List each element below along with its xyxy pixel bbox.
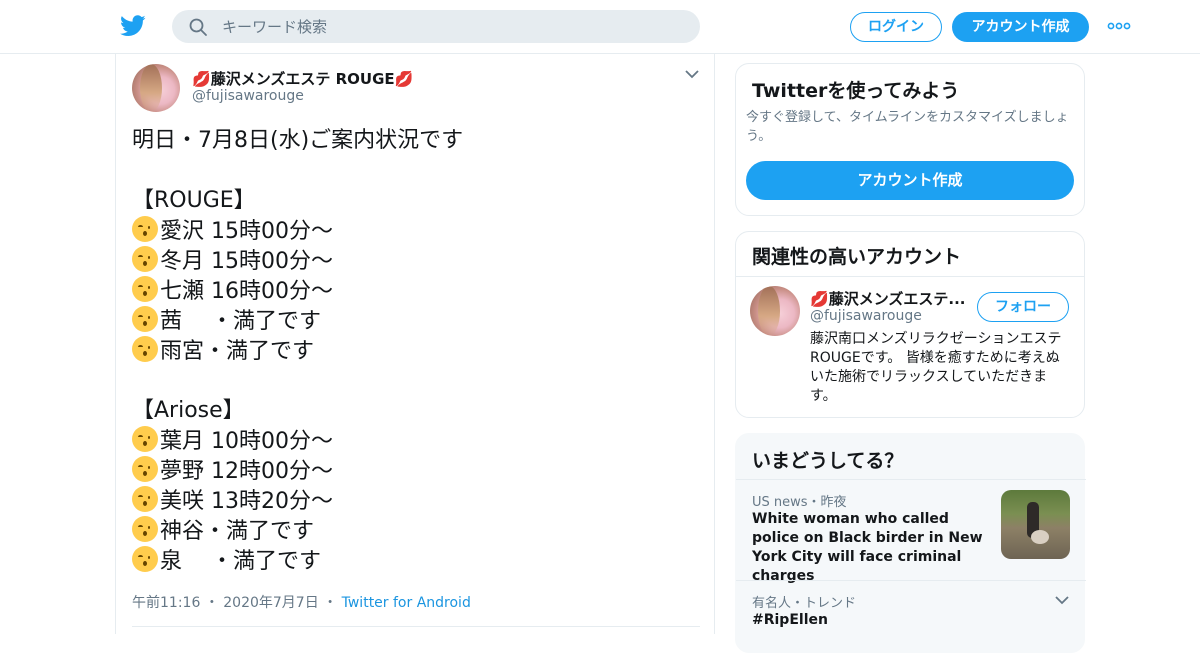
kissing-face-icon (132, 546, 158, 572)
related-account-name-text: 藤沢メンズエステ... (828, 290, 966, 308)
chevron-down-icon[interactable] (684, 68, 700, 80)
lips-icon: 💋 (810, 290, 829, 308)
tweet-line-text: 【Ariose】 (132, 398, 245, 423)
tweet-line-text: 明日・7月8日(水)ご案内状況です (132, 128, 464, 153)
related-accounts-card: 関連性の高いアカウント 💋藤沢メンズエステ... @fujisawarouge … (735, 231, 1085, 418)
tweet-line (132, 156, 692, 186)
lips-icon: 💋 (394, 70, 414, 88)
kissing-face-icon (132, 486, 158, 512)
tweet-line: 【Ariose】 (132, 396, 692, 426)
tweet-line: 明日・7月8日(水)ご案内状況です (132, 126, 692, 156)
tweet-line: 茜 ・満了です (132, 306, 692, 336)
kissing-face-icon (132, 306, 158, 332)
tweet-time[interactable]: 午前11:16 (132, 595, 200, 611)
tweet-line-text: 冬月 15時00分～ (160, 249, 333, 274)
tweet-line-text: 神谷・満了です (160, 519, 315, 544)
related-account-avatar[interactable] (750, 286, 800, 336)
related-card-title: 関連性の高いアカウント (752, 246, 962, 268)
tweet-line: 愛沢 15時00分～ (132, 216, 692, 246)
author-name-text: 藤沢メンズエステ ROUGE (210, 70, 395, 88)
tweet-line: 七瀬 16時00分～ (132, 276, 692, 306)
tweet-date[interactable]: 2020年7月7日 (223, 595, 318, 611)
meta-separator: ・ (323, 595, 338, 611)
tweet-line-text: 葉月 10時00分～ (160, 429, 333, 454)
follow-button[interactable]: フォロー (977, 292, 1069, 322)
kissing-face-icon (132, 426, 158, 452)
kissing-face-icon (132, 456, 158, 482)
related-account-handle[interactable]: @fujisawarouge (810, 308, 922, 324)
news-headline[interactable]: White woman who called police on Black b… (752, 510, 988, 586)
tweet-line-text: 【ROUGE】 (132, 188, 256, 213)
signup-card-button[interactable]: アカウント作成 (746, 161, 1074, 200)
tweet-line: 【ROUGE】 (132, 186, 692, 216)
tweet-line-text: 七瀬 16時00分～ (160, 279, 333, 304)
tweet-line: 夢野 12時00分～ (132, 456, 692, 486)
kissing-face-icon (132, 246, 158, 272)
author-handle[interactable]: @fujisawarouge (192, 88, 304, 104)
whats-happening-card: いまどうしてる？ US news・昨夜 White woman who call… (735, 433, 1086, 653)
kissing-face-icon (132, 276, 158, 302)
author-avatar[interactable] (132, 64, 180, 112)
divider (736, 580, 1086, 581)
lips-icon: 💋 (192, 70, 211, 88)
tweet-line: 泉 ・満了です (132, 546, 692, 576)
divider (736, 276, 1084, 277)
tweet-line-text: 美咲 13時20分～ (160, 489, 333, 514)
tweet-line-text: 雨宮・満了です (160, 339, 315, 364)
signup-card-title: Twitterを使ってみよう (752, 80, 960, 102)
tweet-line: 冬月 15時00分～ (132, 246, 692, 276)
more-options-icon[interactable] (1106, 18, 1132, 34)
search-box (172, 10, 700, 43)
signup-card: Twitterを使ってみよう 今すぐ登録して、タイムラインをカスタマイズしましょ… (735, 63, 1085, 216)
tweet-line-text: 夢野 12時00分～ (160, 459, 333, 484)
divider (736, 479, 1086, 480)
search-icon (189, 18, 207, 36)
signup-card-description: 今すぐ登録して、タイムラインをカスタマイズしましょう。 (746, 110, 1069, 144)
tweet-card: 💋藤沢メンズエステ ROUGE💋 @fujisawarouge 明日・7月8日(… (115, 54, 715, 634)
tweet-text: 明日・7月8日(水)ご案内状況です 【ROUGE】愛沢 15時00分～ 冬月 15時… (132, 126, 692, 576)
tweet-line: 神谷・満了です (132, 516, 692, 546)
tweet-line: 雨宮・満了です (132, 336, 692, 366)
kissing-face-icon (132, 516, 158, 542)
top-nav-bar: ログイン アカウント作成 (0, 0, 1200, 54)
tweet-line (132, 366, 692, 396)
twitter-bird-icon[interactable] (120, 14, 146, 38)
chevron-down-icon[interactable] (1054, 594, 1070, 606)
trend-name[interactable]: #RipEllen (752, 612, 828, 628)
kissing-face-icon (132, 216, 158, 242)
tweet-line-text: 愛沢 15時00分～ (160, 219, 333, 244)
trends-card-title: いまどうしてる？ (752, 450, 904, 472)
tweet-line-text: 泉 ・満了です (160, 549, 321, 574)
kissing-face-icon (132, 336, 158, 362)
related-account-bio: 藤沢南口メンズリラクゼーションエステROUGEです。 皆様を癒すために考えぬいた… (810, 331, 1062, 404)
meta-separator: ・ (204, 595, 219, 611)
tweet-line: 美咲 13時20分～ (132, 486, 692, 516)
tweet-source-link[interactable]: Twitter for Android (342, 595, 471, 611)
trend-category: 有名人・トレンド (752, 596, 857, 611)
divider (132, 626, 700, 627)
author-name[interactable]: 💋藤沢メンズエステ ROUGE💋 (192, 68, 413, 89)
signup-button[interactable]: アカウント作成 (952, 12, 1089, 42)
related-account-name[interactable]: 💋藤沢メンズエステ... (810, 288, 970, 309)
login-button[interactable]: ログイン (850, 12, 942, 42)
news-category: US news・昨夜 (752, 495, 847, 510)
tweet-line: 葉月 10時00分～ (132, 426, 692, 456)
search-input[interactable] (222, 10, 682, 43)
news-thumbnail[interactable] (1001, 490, 1070, 559)
tweet-line-text: 茜 ・満了です (160, 309, 321, 334)
tweet-meta: 午前11:16 ・ 2020年7月7日 ・ Twitter for Androi… (132, 592, 471, 612)
